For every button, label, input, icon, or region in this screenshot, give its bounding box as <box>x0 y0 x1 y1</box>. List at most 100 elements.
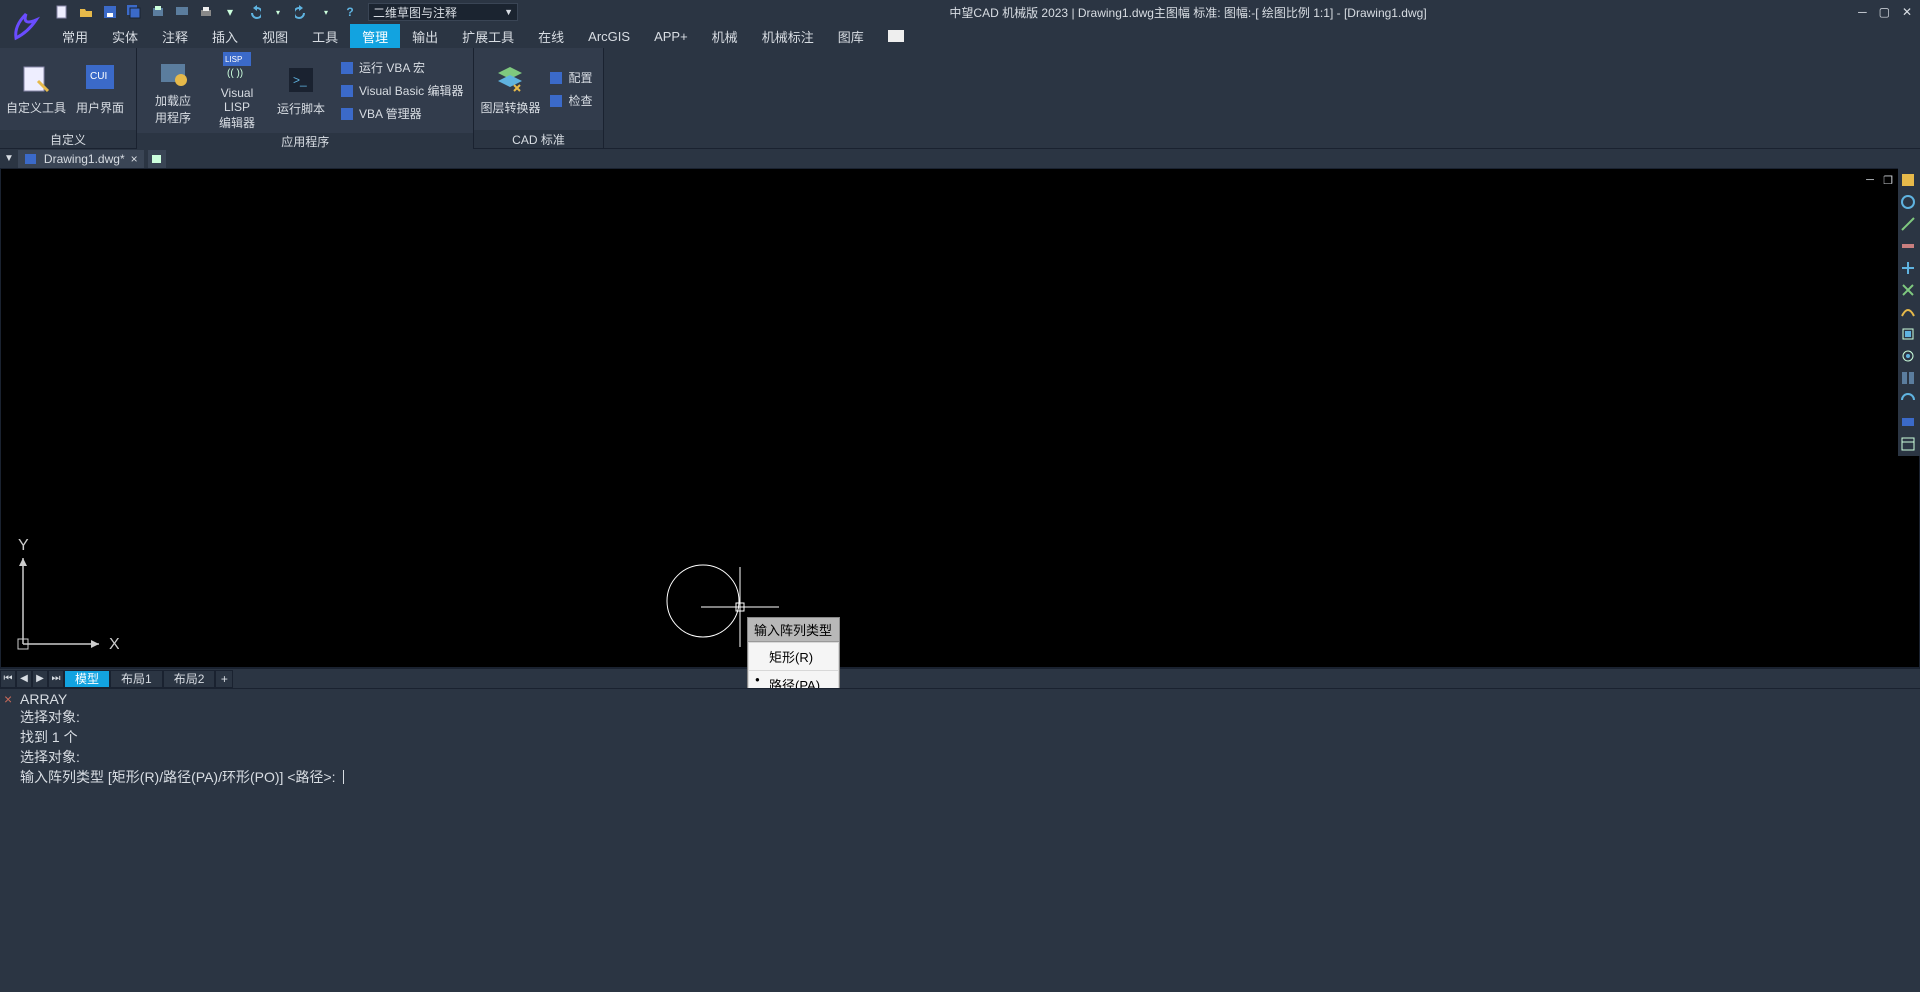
configure-button[interactable]: 配置 <box>544 67 596 88</box>
tab-first-button[interactable]: ⏮ <box>0 670 16 688</box>
rt-icon-7[interactable] <box>1898 302 1918 322</box>
document-tab-label: Drawing1.dwg* <box>44 152 125 166</box>
custom-tool-button-label: 自定义工具 <box>6 99 66 116</box>
menu-APP+[interactable]: APP+ <box>642 24 700 48</box>
rt-icon-3[interactable] <box>1898 214 1918 234</box>
menu-工具[interactable]: 工具 <box>300 24 350 48</box>
menu-注释[interactable]: 注释 <box>150 24 200 48</box>
tab-next-button[interactable]: ▶ <box>32 670 48 688</box>
rt-icon-10[interactable] <box>1898 368 1918 388</box>
workspace-dropdown[interactable]: 二维草图与注释 ▼ <box>368 3 518 21</box>
command-area[interactable]: × ARRAY选择对象:找到 1 个选择对象: 输入阵列类型 [矩形(R)/路径… <box>0 688 1920 784</box>
menu-机械[interactable]: 机械 <box>700 24 750 48</box>
close-icon[interactable]: × <box>131 152 138 166</box>
drawing-area[interactable]: ─ ❐ ✕ 输入阵列类型矩形(R)路径(PA)环形(PO) X Y <box>0 168 1920 668</box>
undo-icon[interactable] <box>246 4 262 20</box>
visual-lisp-button[interactable]: LISP(( )) Visual LISP 编辑器 <box>207 50 267 131</box>
visual-lisp-button-icon: LISP(( )) <box>221 50 253 82</box>
layout-tab-布局2[interactable]: 布局2 <box>163 670 216 688</box>
layer-translator-button[interactable]: 图层转换器 <box>480 63 540 116</box>
menu-ArcGIS[interactable]: ArcGIS <box>576 24 642 48</box>
layout-tab-布局1[interactable]: 布局1 <box>110 670 163 688</box>
run-script-button-label: 运行脚本 <box>271 100 331 117</box>
check-button[interactable]: 检查 <box>544 90 596 111</box>
title-bar: ▾ ▾ ▾ ? 二维草图与注释 ▼ 中望CAD 机械版 2023 | Drawi… <box>0 0 1920 24</box>
ribbon-panel-label: 应用程序 <box>137 133 473 150</box>
menu-在线[interactable]: 在线 <box>526 24 576 48</box>
window-controls: ─ ▢ ✕ <box>1858 5 1912 19</box>
rt-icon-4[interactable] <box>1898 236 1918 256</box>
help-icon[interactable]: ? <box>342 4 358 20</box>
undo-dd-icon[interactable]: ▾ <box>270 4 286 20</box>
menu-管理[interactable]: 管理 <box>350 24 400 48</box>
save-icon[interactable] <box>102 4 118 20</box>
vb-editor-button[interactable]: Visual Basic 编辑器 <box>335 80 467 101</box>
layer-translator-button-label: 图层转换器 <box>480 99 540 116</box>
cmdarea-close-icon[interactable]: × <box>4 691 12 707</box>
visual-lisp-button-label: Visual LISP 编辑器 <box>207 86 267 131</box>
vba-manager-button[interactable]: VBA 管理器 <box>335 103 467 124</box>
vp-maximize-button[interactable]: ❐ <box>1881 173 1895 187</box>
rt-icon-11[interactable] <box>1898 390 1918 410</box>
new-icon[interactable] <box>54 4 70 20</box>
canvas[interactable] <box>1 169 1919 667</box>
rt-icon-12[interactable] <box>1898 412 1918 432</box>
menu-机械标注[interactable]: 机械标注 <box>750 24 826 48</box>
rt-icon-2[interactable] <box>1898 192 1918 212</box>
window-title: 中望CAD 机械版 2023 | Drawing1.dwg主图幅 标准: 图幅:… <box>518 4 1858 21</box>
run-vba-macro-button[interactable]: 运行 VBA 宏 <box>335 57 467 78</box>
vp-minimize-button[interactable]: ─ <box>1863 173 1877 187</box>
saveall-icon[interactable] <box>126 4 142 20</box>
menu-常用[interactable]: 常用 <box>50 24 100 48</box>
svg-text:>_: >_ <box>293 73 307 87</box>
document-tab[interactable]: Drawing1.dwg* × <box>18 150 144 168</box>
check-button-icon <box>548 93 564 109</box>
tab-last-button[interactable]: ⏭ <box>48 670 64 688</box>
redo-dd-icon[interactable]: ▾ <box>318 4 334 20</box>
custom-tool-button[interactable]: 自定义工具 <box>6 63 66 116</box>
menu-插入[interactable]: 插入 <box>200 24 250 48</box>
minimize-button[interactable]: ─ <box>1858 5 1867 19</box>
add-layout-button[interactable]: + <box>215 670 233 688</box>
close-button[interactable]: ✕ <box>1902 5 1912 19</box>
menu-图库[interactable]: 图库 <box>826 24 876 48</box>
rt-icon-13[interactable] <box>1898 434 1918 454</box>
document-tabs: ▼ Drawing1.dwg* × <box>0 148 1920 168</box>
run-script-button-icon: >_ <box>285 64 317 96</box>
plot-icon[interactable] <box>150 4 166 20</box>
open-icon[interactable] <box>78 4 94 20</box>
rt-icon-5[interactable] <box>1898 258 1918 278</box>
rt-icon-8[interactable] <box>1898 324 1918 344</box>
circle-entity[interactable] <box>667 565 739 637</box>
menu-视图[interactable]: 视图 <box>250 24 300 48</box>
run-vba-macro-button-label: 运行 VBA 宏 <box>359 59 425 76</box>
ribbon: 自定义工具CUI用户界面自定义加载应 用程序LISP(( ))Visual LI… <box>0 48 1920 148</box>
maximize-button[interactable]: ▢ <box>1879 5 1890 19</box>
vba-manager-button-label: VBA 管理器 <box>359 105 422 122</box>
user-interface-button-label: 用户界面 <box>70 99 130 116</box>
rt-icon-9[interactable] <box>1898 346 1918 366</box>
menu-扩展工具[interactable]: 扩展工具 <box>450 24 526 48</box>
preview-icon[interactable] <box>174 4 190 20</box>
redo-icon[interactable] <box>294 4 310 20</box>
menu-camera-icon[interactable] <box>876 24 916 48</box>
command-caret <box>343 770 344 784</box>
new-tab-button[interactable] <box>148 150 166 168</box>
context-menu-item[interactable]: 矩形(R) <box>749 643 838 670</box>
rt-icon-1[interactable] <box>1898 170 1918 190</box>
menu-实体[interactable]: 实体 <box>100 24 150 48</box>
layout-tab-模型[interactable]: 模型 <box>64 670 110 688</box>
menu-输出[interactable]: 输出 <box>400 24 450 48</box>
load-app-button[interactable]: 加载应 用程序 <box>143 56 203 126</box>
user-interface-button[interactable]: CUI用户界面 <box>70 63 130 116</box>
ribbon-panel-应用程序: 加载应 用程序 LISP(( )) Visual LISP 编辑器 >_ 运行脚本 运行 … <box>137 48 474 148</box>
print-icon[interactable] <box>198 4 214 20</box>
tab-list-dd[interactable]: ▼ <box>4 153 14 164</box>
rt-icon-6[interactable] <box>1898 280 1918 300</box>
chevron-down-icon: ▼ <box>504 7 513 17</box>
app-logo[interactable] <box>6 6 46 46</box>
tab-prev-button[interactable]: ◀ <box>16 670 32 688</box>
quick-access-toolbar: ▾ ▾ ▾ ? <box>54 4 358 20</box>
brush-icon[interactable]: ▾ <box>222 4 238 20</box>
run-script-button[interactable]: >_ 运行脚本 <box>271 64 331 117</box>
